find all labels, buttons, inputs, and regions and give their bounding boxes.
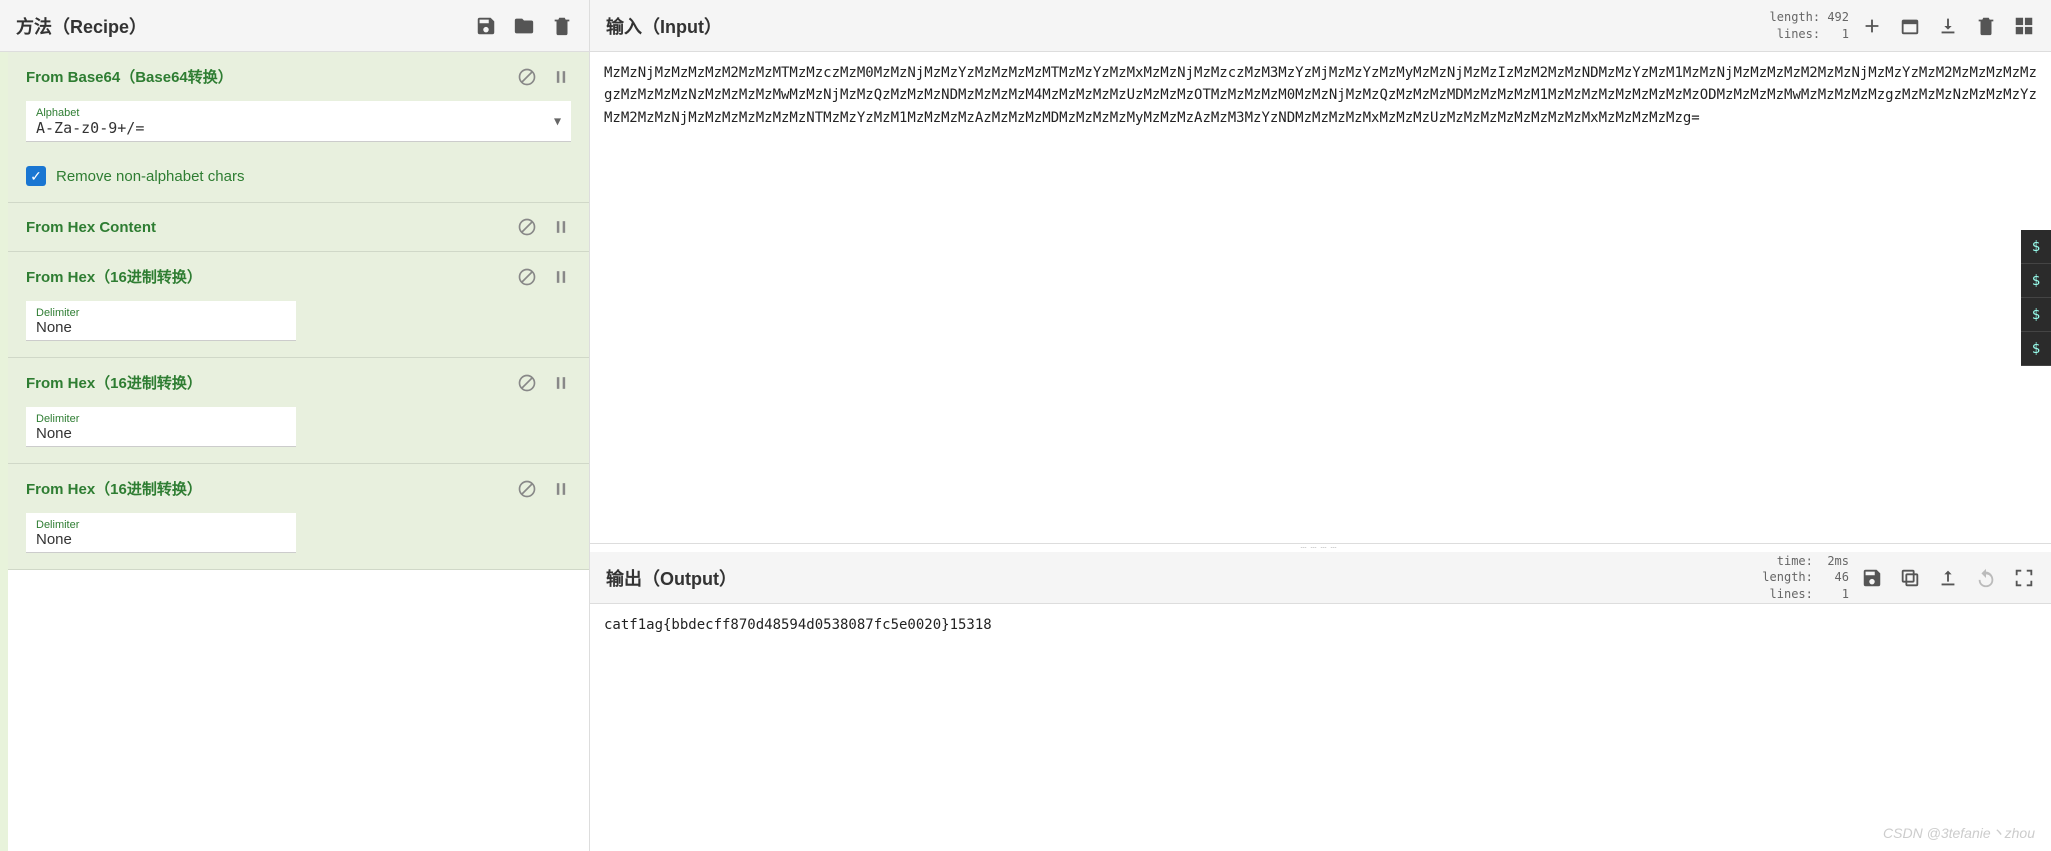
checkbox-label: Remove non-alphabet chars (56, 168, 244, 185)
delimiter-select[interactable]: Delimiter None (26, 513, 296, 553)
side-tab[interactable]: $ (2021, 298, 2051, 332)
operation-from-base64: From Base64（Base64转换） Alphabet A-Za-z0-9… (8, 52, 589, 203)
alphabet-select[interactable]: Alphabet A-Za-z0-9+/= ▾ (26, 101, 571, 142)
op-title: From Hex（16进制转换） (26, 266, 202, 287)
side-tabs: $ $ $ $ (2021, 230, 2051, 366)
output-section: 输出（Output） time: 2ms length: 46 lines: 1… (590, 552, 2051, 851)
output-text: catf1ag{bbdecff870d48594d0538087fc5e0020… (590, 604, 2051, 851)
operation-from-hex-2: From Hex（16进制转换） Delimiter None (8, 358, 589, 464)
pause-icon[interactable] (551, 373, 571, 393)
operation-from-hex-3: From Hex（16进制转换） Delimiter None (8, 464, 589, 570)
operation-from-hex-1: From Hex（16进制转换） Delimiter None (8, 252, 589, 358)
undo-icon[interactable] (1975, 567, 1997, 589)
field-label: Alphabet (36, 107, 561, 119)
delimiter-select[interactable]: Delimiter None (26, 301, 296, 341)
output-stats: time: 2ms length: 46 lines: 1 (1762, 553, 1849, 603)
resize-handle[interactable]: ┄┄┄┄ (590, 544, 2051, 552)
disable-icon[interactable] (517, 373, 537, 393)
delimiter-select[interactable]: Delimiter None (26, 407, 296, 447)
op-title: From Hex（16进制转换） (26, 478, 202, 499)
side-tab[interactable]: $ (2021, 264, 2051, 298)
disable-icon[interactable] (517, 479, 537, 499)
trash-icon[interactable] (551, 15, 573, 37)
field-label: Delimiter (36, 413, 286, 425)
disable-icon[interactable] (517, 267, 537, 287)
chevron-down-icon: ▾ (554, 113, 561, 130)
disable-icon[interactable] (517, 217, 537, 237)
input-section: 输入（Input） length: 492 lines: 1 MzMzNjMzM… (590, 0, 2051, 544)
recipe-list: From Base64（Base64转换） Alphabet A-Za-z0-9… (0, 52, 589, 851)
checkbox-checked-icon: ✓ (26, 166, 46, 186)
save-icon[interactable] (475, 15, 497, 37)
output-header: 输出（Output） time: 2ms length: 46 lines: 1 (590, 552, 2051, 604)
io-panel: 输入（Input） length: 492 lines: 1 MzMzNjMzM… (590, 0, 2051, 851)
recipe-header: 方法（Recipe） (0, 0, 589, 52)
replace-input-icon[interactable] (1937, 567, 1959, 589)
fullscreen-icon[interactable] (2013, 567, 2035, 589)
pause-icon[interactable] (551, 267, 571, 287)
operation-from-hex-content: From Hex Content (8, 203, 589, 252)
input-stats: length: 492 lines: 1 (1770, 9, 1849, 43)
field-value: None (36, 531, 286, 548)
recipe-panel: 方法（Recipe） From Base64（Base64转换） (0, 0, 590, 851)
field-value: A-Za-z0-9+/= (36, 119, 561, 137)
op-title: From Hex（16进制转换） (26, 372, 202, 393)
pause-icon[interactable] (551, 67, 571, 87)
field-value: None (36, 319, 286, 336)
trash-icon[interactable] (1975, 15, 1997, 37)
side-tab[interactable]: $ (2021, 230, 2051, 264)
input-header: 输入（Input） length: 492 lines: 1 (590, 0, 2051, 52)
side-tab[interactable]: $ (2021, 332, 2051, 366)
folder-icon[interactable] (513, 15, 535, 37)
disable-icon[interactable] (517, 67, 537, 87)
field-label: Delimiter (36, 519, 286, 531)
op-title: From Base64（Base64转换） (26, 66, 233, 87)
remove-non-alpha-checkbox[interactable]: ✓ Remove non-alphabet chars (26, 166, 571, 186)
watermark: CSDN @3tefanie丶zhou (1883, 823, 2035, 843)
grid-icon[interactable] (2013, 15, 2035, 37)
import-icon[interactable] (1937, 15, 1959, 37)
copy-icon[interactable] (1899, 567, 1921, 589)
field-value: None (36, 425, 286, 442)
plus-icon[interactable] (1861, 15, 1883, 37)
field-label: Delimiter (36, 307, 286, 319)
op-title: From Hex Content (26, 219, 156, 236)
new-tab-icon[interactable] (1899, 15, 1921, 37)
input-textarea[interactable]: MzMzNjMzMzMzMzM2MzMzMTMzMzczMzM0MzMzNjMz… (590, 52, 2051, 543)
recipe-title: 方法（Recipe） (16, 13, 147, 39)
output-title: 输出（Output） (606, 565, 737, 591)
pause-icon[interactable] (551, 217, 571, 237)
save-icon[interactable] (1861, 567, 1883, 589)
input-title: 输入（Input） (606, 13, 722, 39)
pause-icon[interactable] (551, 479, 571, 499)
